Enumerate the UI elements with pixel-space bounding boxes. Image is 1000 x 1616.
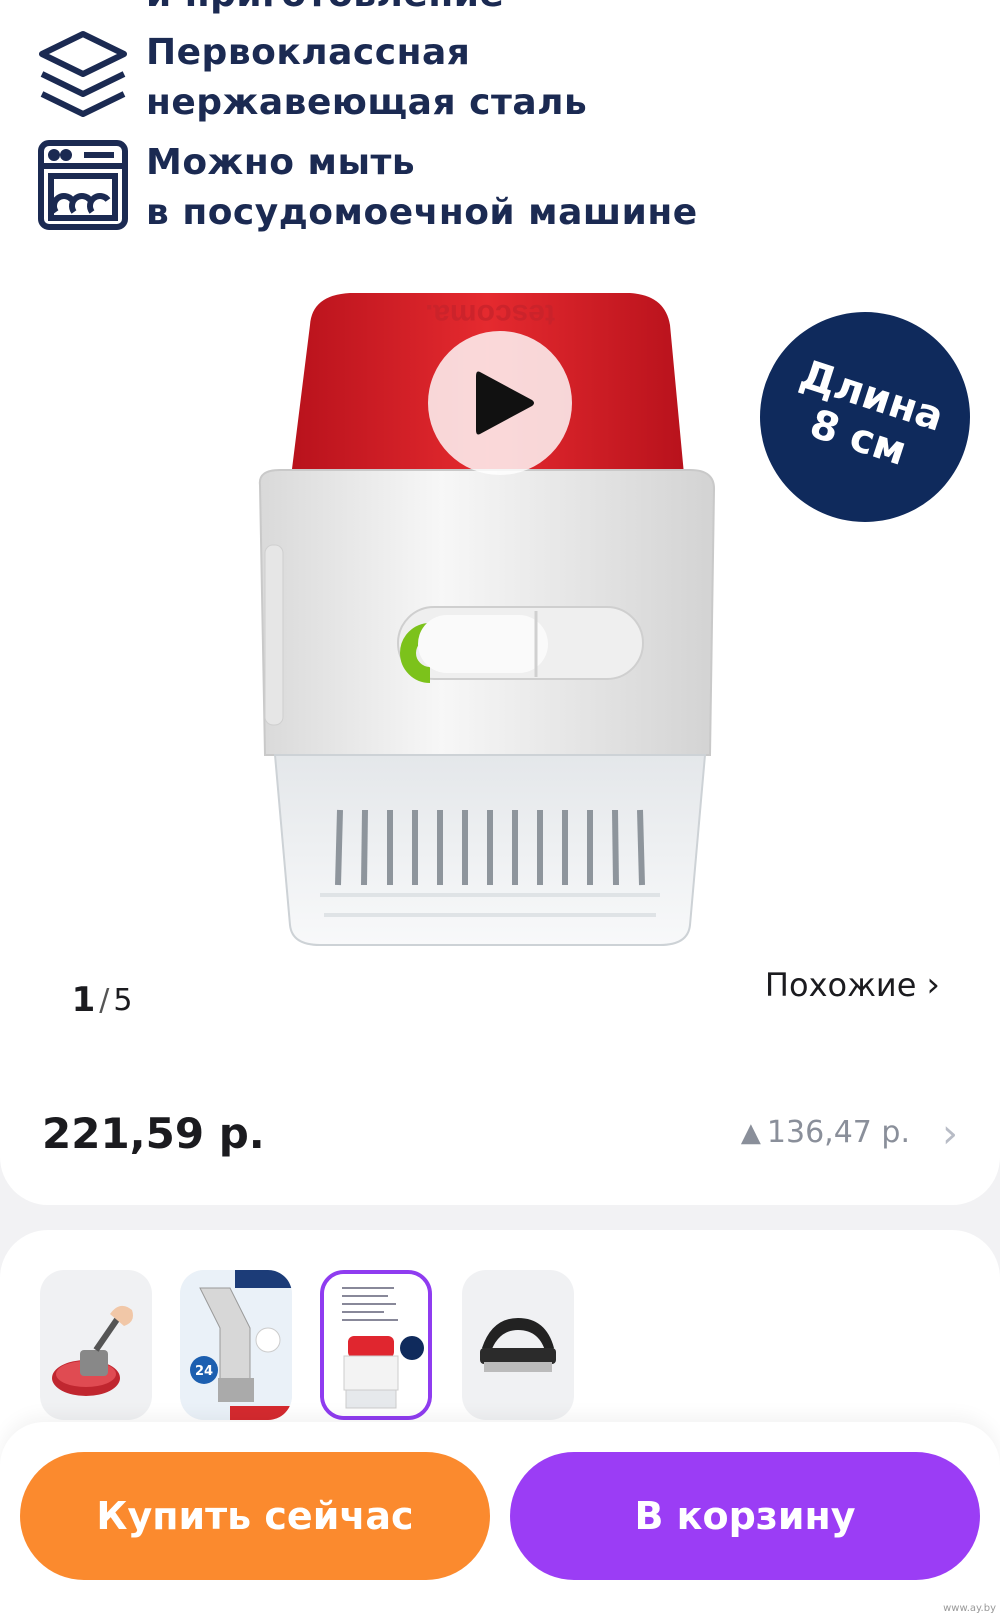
chevron-right-icon[interactable]: › bbox=[942, 1111, 958, 1157]
thumb-current-product[interactable] bbox=[320, 1270, 432, 1420]
watermark: www.ay.by bbox=[943, 1603, 996, 1614]
length-badge: Длина 8 см bbox=[732, 284, 998, 550]
brand-embossed-text: tescoma. bbox=[425, 298, 555, 331]
thumb-black-tenderizer[interactable] bbox=[462, 1270, 574, 1420]
product-gallery[interactable]: и приготовление Первокласcная нержавеюща… bbox=[0, 0, 1000, 1075]
feature-dishwasher: Можно мыть в посудомоечной машине bbox=[36, 138, 698, 238]
similar-products-link[interactable]: Похожие › bbox=[740, 950, 964, 1020]
dishwasher-icon bbox=[36, 138, 130, 232]
play-icon bbox=[476, 371, 534, 435]
add-to-cart-button[interactable]: В корзину bbox=[510, 1452, 980, 1580]
feature-text: Можно мыть в посудомоечной машине bbox=[146, 142, 698, 233]
triangle-up-icon: ▲ bbox=[740, 1117, 761, 1148]
buy-now-button[interactable]: Купить сейчас bbox=[20, 1452, 490, 1580]
layers-icon bbox=[36, 28, 130, 122]
svg-text:24: 24 bbox=[195, 1364, 213, 1379]
feature-stainless-steel: Первокласcная нержавеющая сталь bbox=[36, 28, 587, 128]
price-row[interactable]: 221,59 р. ▲ 136,47 р. › bbox=[0, 1075, 1000, 1205]
action-bar: Купить сейчас В корзину bbox=[0, 1422, 1000, 1616]
alt-price: ▲ 136,47 р. bbox=[740, 1115, 910, 1150]
current-price: 221,59 р. bbox=[42, 1109, 265, 1158]
feature-text: Первокласcная нержавеющая сталь bbox=[146, 32, 588, 123]
thumb-meat-tenderizer-hand[interactable] bbox=[40, 1270, 152, 1420]
play-video-button[interactable] bbox=[428, 331, 572, 475]
thumb-tenderizer-package[interactable]: 24 bbox=[180, 1270, 292, 1420]
product-card: и приготовление Первокласcная нержавеюща… bbox=[0, 0, 1000, 1205]
image-counter: 1 / 5 bbox=[42, 965, 162, 1035]
feature-partial-text: и приготовление bbox=[146, 0, 504, 15]
chevron-right-icon: › bbox=[926, 965, 940, 1005]
